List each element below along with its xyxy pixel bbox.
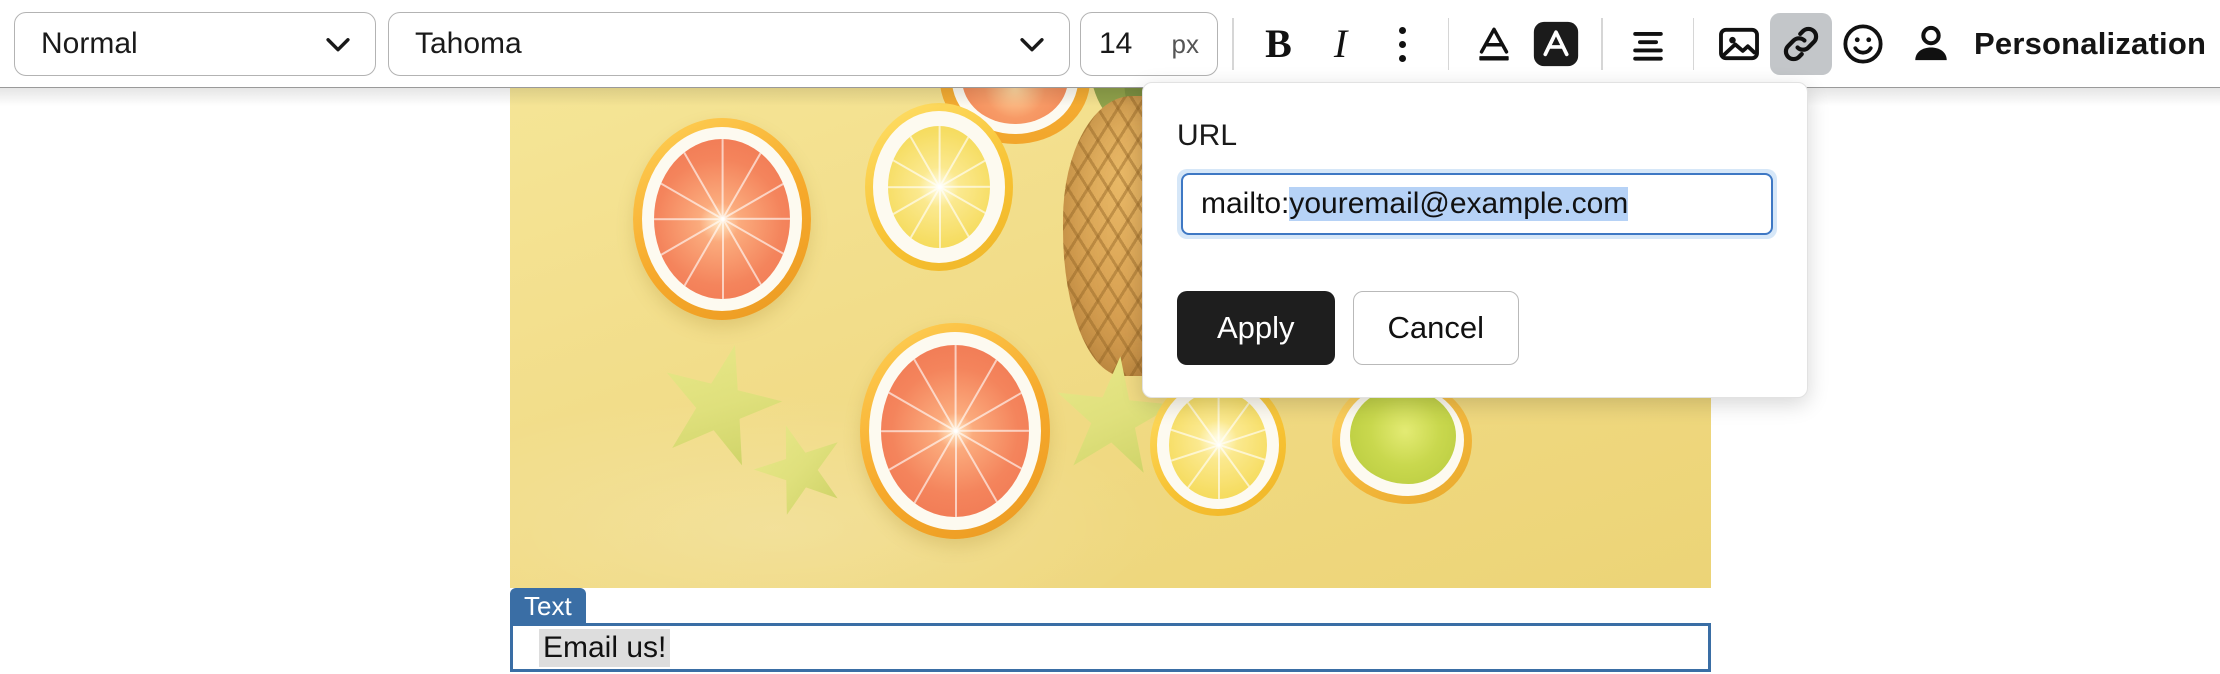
chevron-down-icon — [1015, 27, 1049, 61]
toolbar-separator — [1601, 18, 1603, 70]
text-color-button[interactable] — [1463, 13, 1525, 75]
url-input-focus-ring: mailto:youremail@example.com — [1177, 169, 1777, 239]
bold-button[interactable]: B — [1248, 13, 1310, 75]
align-button[interactable] — [1617, 13, 1679, 75]
person-icon — [1908, 21, 1954, 67]
chevron-down-icon — [321, 27, 355, 61]
url-field-label: URL — [1177, 119, 1773, 153]
paragraph-style-select[interactable]: Normal — [14, 12, 376, 76]
highlight-color-icon — [1532, 20, 1580, 68]
orange-slice-1-segments — [654, 139, 790, 299]
image-icon — [1716, 21, 1762, 67]
italic-label: I — [1334, 24, 1347, 64]
emoji-icon — [1840, 21, 1886, 67]
toolbar-separator — [1232, 18, 1234, 70]
url-input[interactable]: mailto:youremail@example.com — [1181, 173, 1773, 235]
toolbar-separator — [1693, 18, 1695, 70]
text-block-content[interactable]: Email us! — [539, 629, 670, 667]
insert-emoji-button[interactable] — [1832, 13, 1894, 75]
insert-image-button[interactable] — [1708, 13, 1770, 75]
more-vertical-icon — [1399, 27, 1406, 62]
orange-slice-2-flesh — [881, 345, 1029, 517]
font-size-value[interactable]: 14 — [1081, 27, 1132, 61]
font-size-input[interactable]: 14 px — [1080, 12, 1218, 76]
font-family-value: Tahoma — [415, 29, 522, 59]
insert-link-button[interactable] — [1770, 13, 1832, 75]
link-url-popup: URL mailto:youremail@example.com Apply C… — [1142, 82, 1808, 398]
link-icon — [1778, 21, 1824, 67]
orange-slice-2-segments — [881, 345, 1029, 517]
lime-slice-flesh — [1350, 388, 1456, 484]
url-selected-text: youremail@example.com — [1289, 187, 1628, 221]
orange-slice-1-flesh — [654, 139, 790, 299]
personalization-button[interactable]: Personalization — [1908, 21, 2206, 67]
bold-label: B — [1265, 24, 1292, 64]
more-options-button[interactable] — [1372, 13, 1434, 75]
editor-canvas: Text Email us! — [0, 88, 2220, 674]
font-size-unit: px — [1172, 29, 1217, 60]
app-root: Text Email us! Normal Tahoma 14 px — [0, 0, 2220, 674]
editor-toolbar: Normal Tahoma 14 px B I — [0, 0, 2220, 88]
cancel-button[interactable]: Cancel — [1353, 291, 1520, 365]
lemon-slice-1-segments — [888, 126, 990, 248]
italic-button[interactable]: I — [1310, 13, 1372, 75]
text-color-icon — [1472, 22, 1516, 66]
align-center-icon — [1626, 22, 1670, 66]
text-block-tab-label: Text — [510, 588, 586, 624]
font-family-select[interactable]: Tahoma — [388, 12, 1070, 76]
highlight-color-button[interactable] — [1525, 13, 1587, 75]
popup-button-row: Apply Cancel — [1177, 291, 1773, 365]
lemon-slice-2-flesh — [1169, 391, 1267, 499]
text-block-body[interactable]: Email us! — [510, 623, 1711, 672]
url-prefix-text: mailto: — [1201, 187, 1289, 221]
lemon-slice-2-segments — [1169, 391, 1267, 499]
text-block[interactable]: Text Email us! — [510, 588, 1711, 672]
apply-button[interactable]: Apply — [1177, 291, 1335, 365]
toolbar-separator — [1448, 18, 1450, 70]
personalization-label: Personalization — [1974, 26, 2206, 62]
lemon-slice-1-flesh — [888, 126, 990, 248]
paragraph-style-value: Normal — [41, 29, 138, 59]
